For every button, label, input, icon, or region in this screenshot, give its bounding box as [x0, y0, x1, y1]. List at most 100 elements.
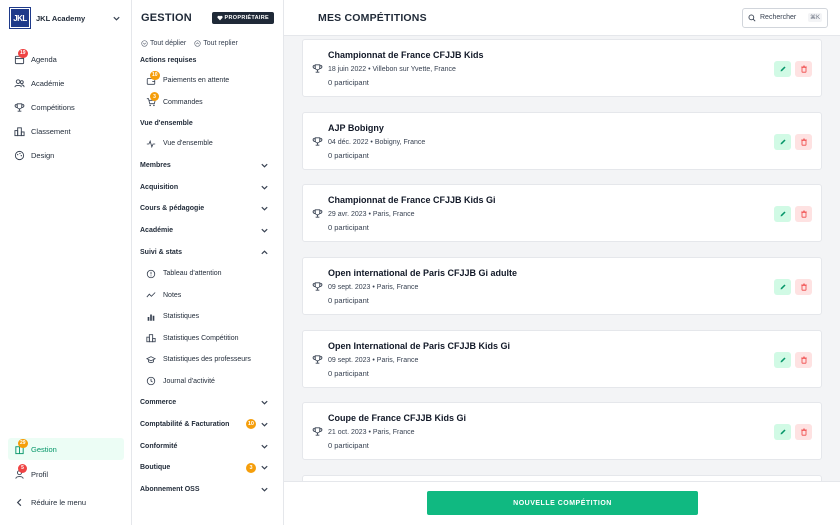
search-icon	[748, 14, 756, 22]
collapse-menu-button[interactable]: Réduire le menu	[0, 490, 132, 514]
trash-icon	[800, 65, 808, 73]
owner-badge: PROPRIÉTAIRE	[211, 12, 274, 24]
nav-item-agenda[interactable]: 19 Agenda	[0, 47, 131, 71]
academy-switcher[interactable]: JKL JKL Academy	[0, 0, 131, 36]
panel-item-stats-professeurs[interactable]: Statistiques des professeurs	[132, 349, 283, 371]
nav-item-label: Académie	[31, 78, 65, 88]
panel-item-label: Statistiques des professeurs	[163, 356, 251, 364]
panel-item-stats-competition[interactable]: Statistiques Compétition	[132, 327, 283, 349]
nav-item-competitions[interactable]: Compétitions	[0, 95, 131, 119]
collapse-all-button[interactable]: Tout replier	[194, 40, 238, 47]
competition-location: Paris, France	[372, 429, 415, 437]
group-acquisition[interactable]: Acquisition	[132, 176, 283, 198]
competition-meta: 04 déc. 2022 • Bobigny, France	[328, 139, 425, 146]
panel-item-statistiques[interactable]: Statistiques	[132, 306, 283, 328]
delete-button[interactable]	[795, 351, 812, 368]
trash-icon	[800, 210, 808, 218]
panel-item-label: Notes	[163, 291, 182, 299]
edit-button[interactable]	[774, 351, 791, 368]
main-content: MES COMPÉTITIONS Rechercher ⌘K Championn…	[284, 0, 840, 525]
edit-button[interactable]	[774, 61, 791, 77]
nav-item-classement[interactable]: Classement	[0, 119, 131, 143]
nav-item-academie[interactable]: Académie	[0, 71, 131, 95]
group-label: Suivi & stats	[140, 248, 183, 256]
academy-name: JKL Academy	[36, 13, 86, 23]
edit-button[interactable]	[774, 279, 791, 296]
alert-circle-icon	[146, 269, 156, 279]
panel-item-journal[interactable]: Journal d'activité	[132, 370, 283, 392]
nav-item-gestion[interactable]: 29 Gestion	[8, 438, 124, 460]
competition-name: Championnat de France CFJJB Kids	[328, 50, 484, 60]
competition-card[interactable]: Coupe de France CFJJB Kids Gi 21 oct. 202…	[302, 402, 822, 461]
group-comptabilite[interactable]: Comptabilité & Facturation 10	[132, 414, 283, 436]
expand-all-label: Tout déplier	[150, 39, 187, 47]
edit-button[interactable]	[774, 206, 791, 223]
nav-item-profil[interactable]: 5 Profil	[0, 462, 132, 486]
edit-button[interactable]	[774, 424, 791, 441]
required-actions-title: Actions requises	[140, 56, 197, 64]
boutique-badge: 3	[246, 462, 256, 473]
group-label: Abonnement OSS	[140, 486, 200, 494]
group-cours[interactable]: Cours & pédagogie	[132, 198, 283, 220]
group-label: Comptabilité & Facturation	[140, 420, 230, 428]
chevron-down-icon	[260, 161, 269, 170]
delete-button[interactable]	[795, 206, 812, 223]
group-conformite[interactable]: Conformité	[132, 435, 283, 457]
panel-item-paiements[interactable]: 10 Paiements en attente	[132, 70, 283, 92]
competition-card[interactable]: Championnat de France CFJJB Kids Gi 29 av…	[302, 184, 822, 243]
chevron-up-icon	[260, 248, 269, 257]
podium-icon	[14, 126, 25, 137]
competition-participants: 0 participant	[328, 296, 369, 306]
pencil-icon	[779, 283, 787, 291]
competition-participants: 0 participant	[328, 78, 369, 87]
panel-item-label: Paiements en attente	[163, 77, 230, 85]
new-competition-button[interactable]: NOUVELLE COMPÉTITION	[427, 491, 698, 515]
nav-item-label: Classement	[31, 126, 71, 136]
trend-line-icon	[146, 290, 156, 300]
profil-badge: 5	[18, 463, 27, 473]
group-academie[interactable]: Académie	[132, 220, 283, 242]
trophy-icon	[312, 354, 323, 365]
trash-icon	[800, 283, 808, 291]
group-membres[interactable]: Membres	[132, 155, 283, 177]
nav-item-design[interactable]: Design	[0, 143, 131, 167]
expand-all-button[interactable]: Tout déplier	[141, 40, 186, 47]
chevron-down-icon	[260, 420, 269, 429]
competition-card[interactable]: AJP Bobigny 04 déc. 2022 • Bobigny, Franc…	[302, 111, 822, 170]
competition-name: Championnat de France CFJJB Kids Gi	[328, 195, 496, 206]
delete-button[interactable]	[795, 279, 812, 296]
competition-location: Bobigny, France	[374, 138, 426, 146]
circle-chevron-up-icon	[194, 39, 201, 47]
academy-logo: JKL	[9, 7, 31, 29]
panel-item-label: Statistiques	[163, 313, 200, 321]
nav-item-label: Design	[31, 150, 55, 160]
group-boutique[interactable]: Boutique 3	[132, 457, 283, 479]
clock-icon	[146, 376, 156, 386]
group-commerce[interactable]: Commerce	[132, 392, 283, 414]
delete-button[interactable]	[795, 133, 812, 150]
competition-card[interactable]: Open international de Paris CFJJB Gi adu…	[302, 257, 822, 316]
competition-list: Championnat de France CFJJB Kids 18 juin …	[302, 39, 822, 525]
competition-meta: 21 oct. 2023 • Paris, France	[328, 429, 415, 436]
competition-location: Paris, France	[376, 284, 419, 292]
pencil-icon	[779, 210, 787, 218]
panel-item-vue-ensemble[interactable]: Vue d'ensemble	[132, 133, 283, 155]
delete-button[interactable]	[795, 61, 812, 77]
panel-item-tableau-attention[interactable]: Tableau d'attention	[132, 263, 283, 285]
panel-item-commandes[interactable]: 3 Commandes	[132, 92, 283, 114]
competition-name: Open International de Paris CFJJB Kids G…	[328, 340, 511, 351]
pencil-icon	[779, 356, 787, 364]
panel-item-notes[interactable]: Notes	[132, 284, 283, 306]
group-suivi-stats[interactable]: Suivi & stats	[132, 241, 283, 263]
competition-date: 18 juin 2022	[328, 66, 367, 73]
trash-icon	[800, 428, 808, 437]
chevron-down-icon	[260, 204, 269, 213]
panel-item-label: Statistiques Compétition	[163, 334, 239, 342]
competition-card[interactable]: Open International de Paris CFJJB Kids G…	[302, 329, 822, 388]
delete-button[interactable]	[795, 424, 812, 441]
group-abonnement[interactable]: Abonnement OSS	[132, 479, 283, 501]
owner-badge-label: PROPRIÉTAIRE	[224, 15, 269, 21]
edit-button[interactable]	[774, 133, 791, 150]
competition-card[interactable]: Championnat de France CFJJB Kids 18 juin …	[302, 39, 822, 97]
search-button[interactable]: Rechercher ⌘K	[742, 7, 828, 28]
